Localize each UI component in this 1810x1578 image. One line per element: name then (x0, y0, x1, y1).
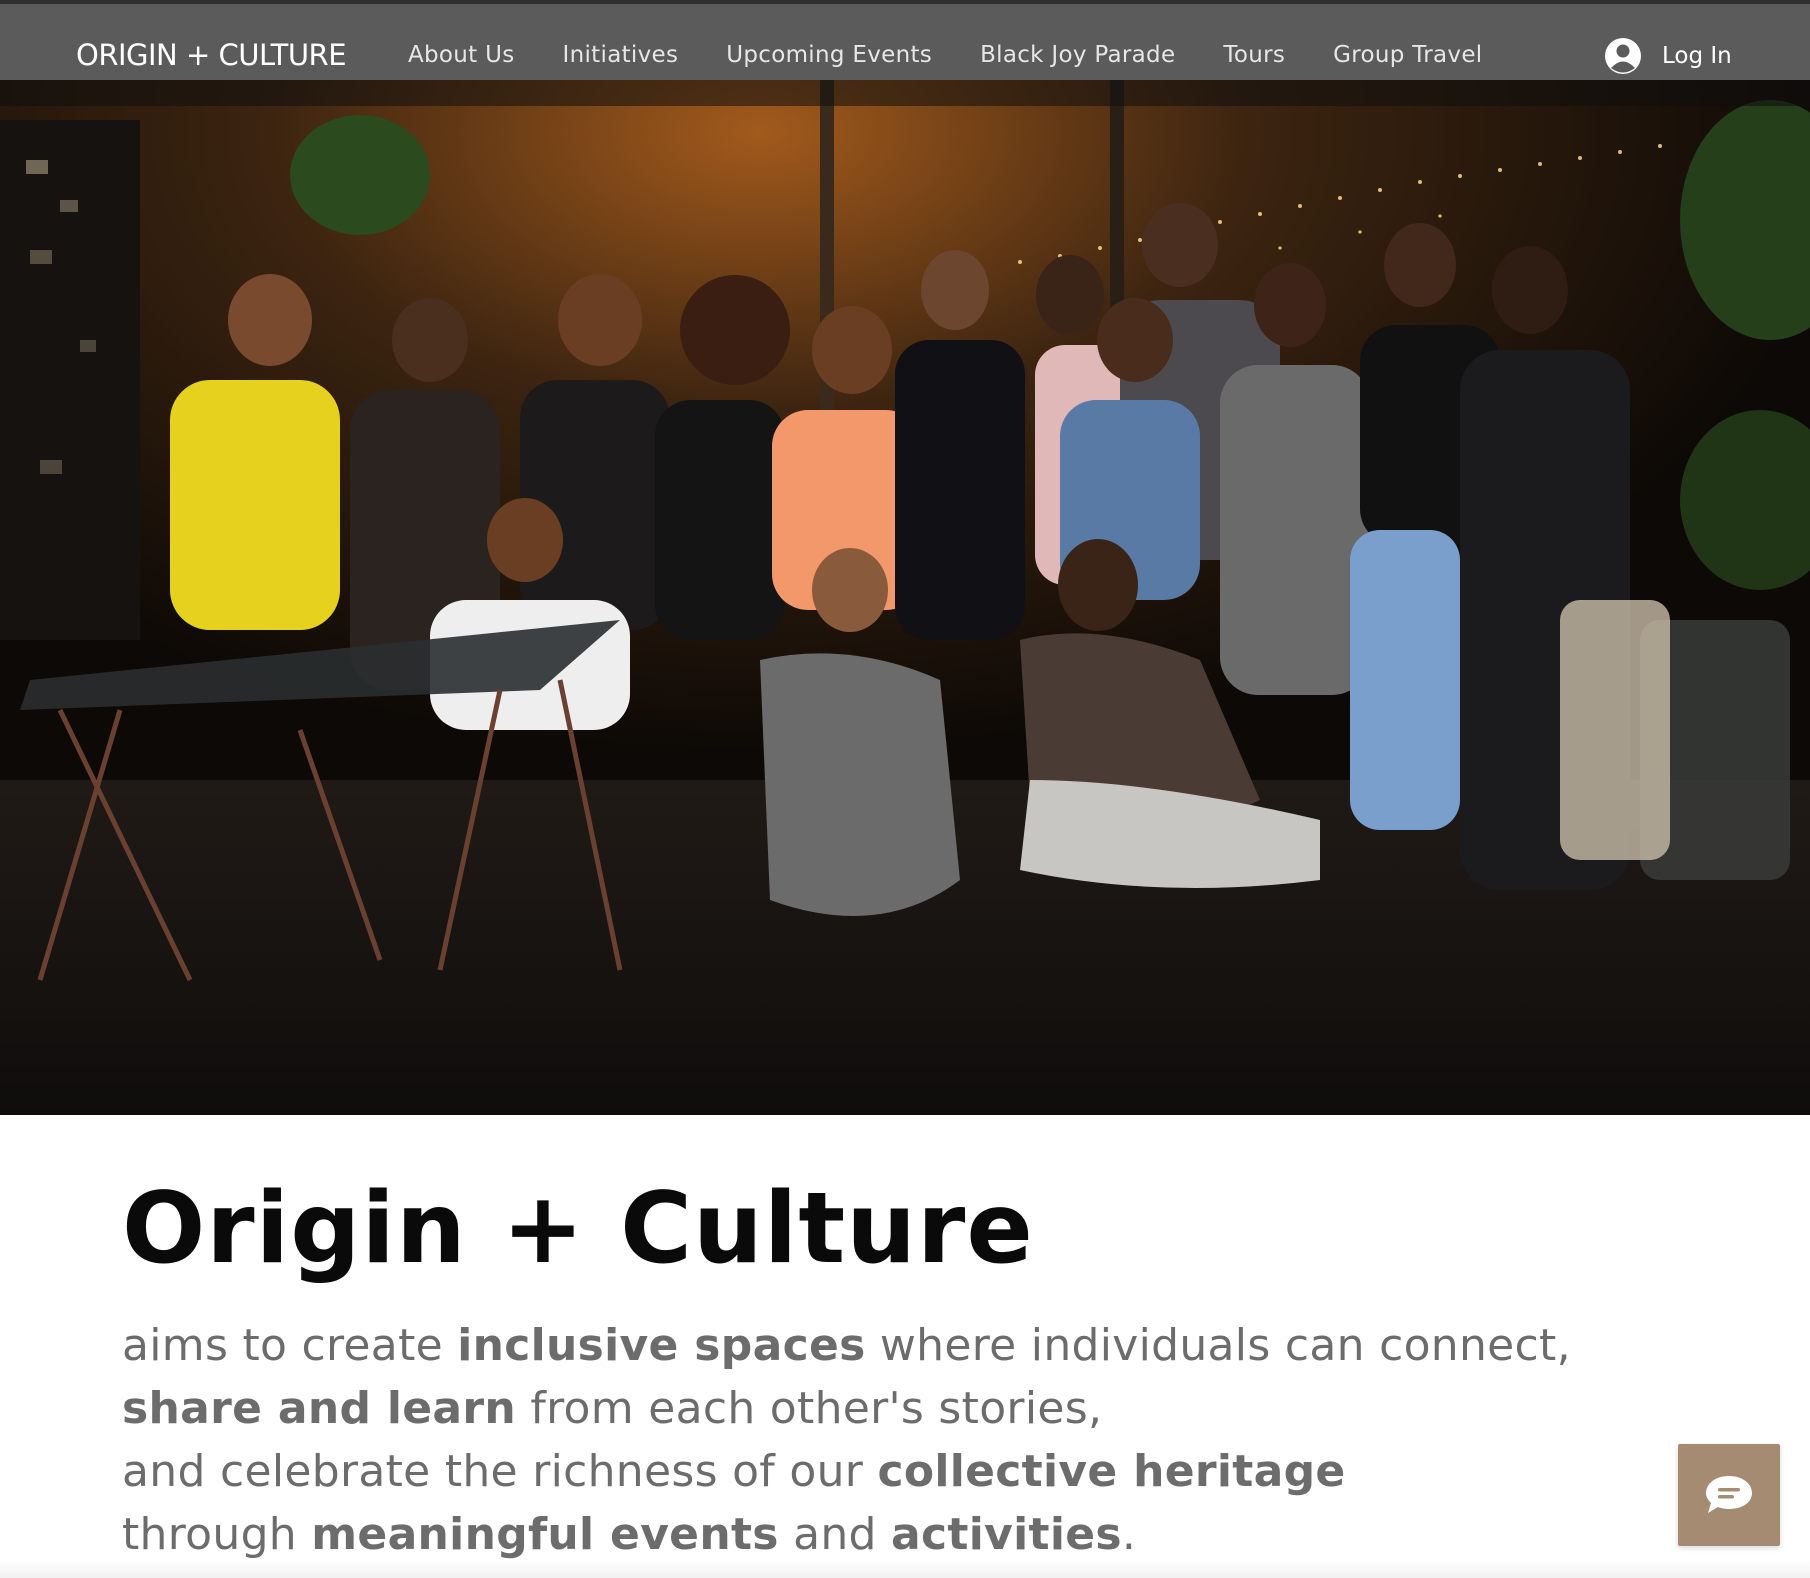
intro-emphasis: inclusive spaces (457, 1320, 866, 1371)
nav-group-travel[interactable]: Group Travel (1333, 42, 1482, 68)
login-button[interactable]: Log In (1604, 37, 1732, 75)
user-avatar-icon (1605, 38, 1641, 74)
chat-button[interactable] (1678, 1444, 1780, 1546)
intro-line: aims to create inclusive spaces where in… (122, 1314, 1722, 1377)
intro-emphasis: activities (891, 1509, 1122, 1560)
login-label: Log In (1662, 43, 1732, 69)
page-title: Origin + Culture (122, 1172, 1034, 1286)
intro-text: and celebrate the richness of our (122, 1446, 878, 1497)
intro-emphasis: meaningful events (311, 1509, 779, 1560)
header-shade (0, 80, 1810, 106)
intro-line: share and learn from each other's storie… (122, 1377, 1722, 1440)
intro-text: and (778, 1509, 892, 1560)
site-logo[interactable]: ORIGIN + CULTURE (76, 38, 347, 72)
intro-emphasis: collective heritage (877, 1446, 1346, 1497)
intro-text: where individuals can connect, (865, 1320, 1571, 1371)
site-header: ORIGIN + CULTURE About Us Initiatives Up… (0, 0, 1810, 80)
hero-group-photo (0, 80, 1810, 1115)
intro-text: from each other's stories, (516, 1383, 1103, 1434)
nav-about-us[interactable]: About Us (408, 42, 515, 68)
group-photo-illustration (0, 80, 1810, 1115)
nav-upcoming-events[interactable]: Upcoming Events (726, 42, 932, 68)
intro-line: through meaningful events and activities… (122, 1503, 1722, 1566)
nav-initiatives[interactable]: Initiatives (563, 42, 679, 68)
page: ORIGIN + CULTURE About Us Initiatives Up… (0, 0, 1810, 1578)
intro-text: aims to create (122, 1320, 458, 1371)
intro-paragraph: aims to create inclusive spaces where in… (122, 1314, 1722, 1566)
main-nav: About Us Initiatives Upcoming Events Bla… (408, 42, 1530, 68)
nav-tours[interactable]: Tours (1223, 42, 1285, 68)
chat-bubble-icon (1706, 1476, 1752, 1513)
intro-text: through (122, 1509, 312, 1560)
intro-emphasis: share and learn (122, 1383, 517, 1434)
intro-text: . (1121, 1509, 1137, 1560)
nav-black-joy-parade[interactable]: Black Joy Parade (980, 42, 1175, 68)
intro-line: and celebrate the richness of our collec… (122, 1440, 1722, 1503)
bottom-fade (0, 1560, 1810, 1578)
